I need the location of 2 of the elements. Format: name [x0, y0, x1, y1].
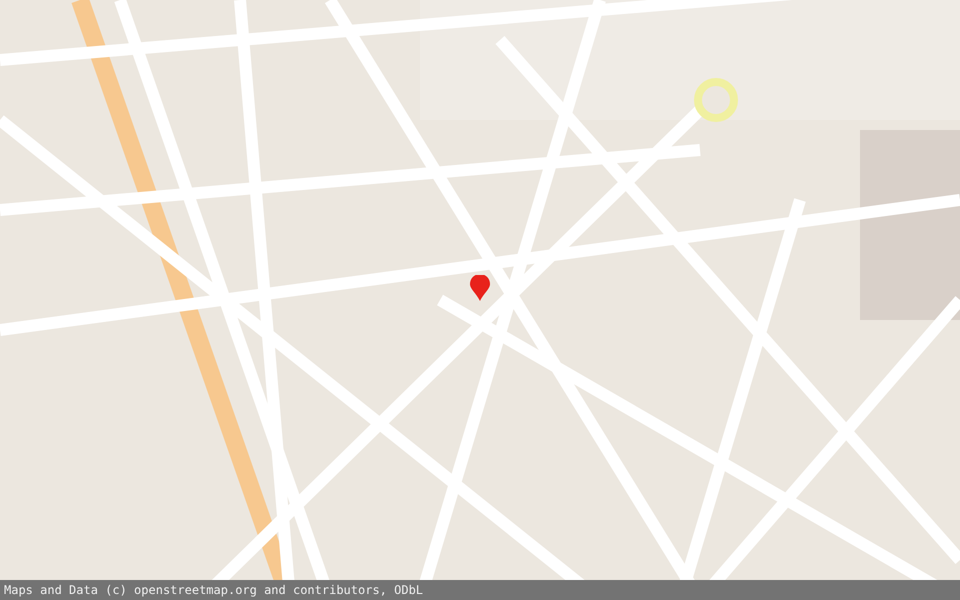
map-pin-icon[interactable]	[470, 275, 490, 301]
attribution-text: Maps and Data (c) openstreetmap.org and contributors, ODbL	[4, 583, 424, 597]
